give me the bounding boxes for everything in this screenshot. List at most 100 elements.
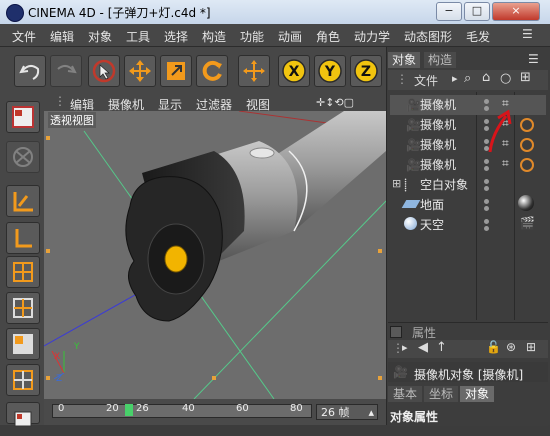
object-row-sky[interactable]: 天空 🎬 [390,215,546,235]
edges-mode-icon[interactable] [6,292,40,324]
render-visibility-dot[interactable] [484,186,489,191]
x-axis-icon[interactable]: X [278,55,310,87]
menu-character[interactable]: 角色 [316,28,340,45]
home-icon[interactable]: ⌂ [482,70,490,85]
rotate-icon[interactable] [196,55,228,87]
compositing-tag-icon[interactable] [520,158,534,172]
texture-mode-icon[interactable] [6,402,40,427]
eye-icon[interactable]: ○ [500,71,511,86]
editor-visibility-dot[interactable] [484,179,489,184]
app-name: CINEMA 4D [28,6,96,20]
undo-icon[interactable] [14,55,46,87]
camera-target-tag-icon[interactable]: ⌗ [502,156,509,171]
perspective-viewport[interactable]: Y X Z [44,111,386,399]
tab-structure[interactable]: 构造 [424,52,457,68]
select-cursor-icon[interactable] [88,55,120,87]
uv-mode-icon[interactable] [6,364,40,396]
viewport-nav-icons[interactable]: ✛↕⟲▢ [316,96,354,109]
close-button[interactable]: × [492,2,540,21]
om-menu-arrow-icon[interactable]: ▸ [452,72,458,85]
model-mode-icon[interactable] [6,185,40,217]
menu-animation[interactable]: 动画 [278,28,302,45]
editor-visibility-dot[interactable] [484,99,489,104]
attr-menu-icon[interactable]: ▸ [402,341,408,354]
object-row-camera-4[interactable]: 🎥 摄像机 ⌗ [390,155,546,175]
attr-tab-coord[interactable]: 坐标 [424,386,458,402]
attributes-section-title: 对象属性 [390,410,439,424]
menu-object[interactable]: 对象 [88,28,112,45]
material-tag-icon[interactable] [518,195,534,211]
up-arrow-icon[interactable]: ↑ [436,340,447,355]
object-row-camera-1[interactable]: 🎥 摄像机 ⌗ [390,95,546,115]
redo-icon[interactable] [50,55,82,87]
object-name: 空白对象 [420,178,469,192]
camera-object-icon: 🎥 [393,365,408,379]
menu-select[interactable]: 选择 [164,28,188,45]
attr-tab-basic[interactable]: 基本 [388,386,422,402]
viewport-label: 透视视图 [48,112,96,128]
compositing-tag-icon[interactable] [520,118,534,132]
bbox-marker [46,136,50,140]
menu-overflow-icon[interactable]: ☰ [522,27,533,41]
attr-tab-object[interactable]: 对象 [460,386,494,402]
expand-icon[interactable]: ⊞ [392,177,401,190]
attributes-toolbar [388,340,548,358]
editor-visibility-dot[interactable] [484,199,489,204]
search-icon[interactable]: ⌕ [464,71,471,86]
menu-function[interactable]: 功能 [240,28,264,45]
gizmo-z-label: Z [56,374,62,384]
camera-icon: 🎥 [406,98,421,112]
menu-file[interactable]: 文件 [12,28,36,45]
render-visibility-dot[interactable] [484,206,489,211]
object-row-camera-3[interactable]: 🎥 摄像机 ⌗ [390,135,546,155]
new-object-icon[interactable]: ⊞ [520,70,531,85]
minimize-button[interactable]: − [436,2,462,21]
add-icon[interactable] [238,55,270,87]
attributes-object-label: 摄像机对象 [摄像机] [414,368,524,382]
render-visibility-dot[interactable] [484,226,489,231]
new-attr-icon[interactable]: ⊞ [526,340,536,354]
lock-icon[interactable]: 🔓 [486,340,501,354]
move-icon[interactable] [124,55,156,87]
editor-visibility-dot[interactable] [484,159,489,164]
compositing-tag-icon[interactable] [520,138,534,152]
timeline-current-frame: 26 [136,403,149,414]
axis-z-label: Z [361,64,371,80]
points-mode-icon[interactable] [6,256,40,288]
render-visibility-dot[interactable] [484,166,489,171]
menu-construct[interactable]: 构造 [202,28,226,45]
bbox-marker [212,376,216,380]
object-row-floor[interactable]: 地面 [390,195,546,215]
object-name: 地面 [420,198,445,212]
z-axis-icon[interactable]: Z [350,55,382,87]
timeline-playhead[interactable] [125,404,133,416]
menu-hair[interactable]: 毛发 [466,28,490,45]
fps-spinner-icon[interactable]: ▴ [368,405,377,421]
make-editable-icon[interactable] [6,141,40,173]
tab-objects[interactable]: 对象 [388,52,421,68]
sky-icon [404,217,417,230]
menu-dynamics[interactable]: 动力学 [354,28,390,45]
polygons-mode-icon[interactable] [6,328,40,360]
settings-icon[interactable]: ⊛ [506,340,516,354]
back-arrow-icon[interactable]: ◀ [418,340,428,355]
layout-icon[interactable] [6,101,40,133]
object-row-camera-2[interactable]: 🎥 摄像机 ⌗ [390,115,546,135]
y-axis-icon[interactable]: Y [314,55,346,87]
object-axis-icon[interactable] [6,222,40,254]
object-row-null[interactable]: ⊞ ⸽ 空白对象 [390,175,546,195]
attributes-checkbox[interactable] [390,326,402,338]
timeline-tick: 80 [290,403,303,414]
null-object-icon: ⸽ [404,178,408,192]
menu-tools[interactable]: 工具 [126,28,150,45]
scale-icon[interactable] [160,55,192,87]
title-bar: CINEMA 4D - [子弹刀+灯.c4d *] − □ × [0,0,550,24]
panel-menu-icon[interactable]: ☰ [528,52,539,66]
fps-field[interactable]: 26 帧 ▴ [316,404,378,420]
compositing-clapper-icon[interactable]: 🎬 [520,216,535,230]
menu-edit[interactable]: 编辑 [50,28,74,45]
editor-visibility-dot[interactable] [484,219,489,224]
om-menu-file[interactable]: 文件 [414,72,438,89]
maximize-button[interactable]: □ [464,2,490,21]
menu-mograph[interactable]: 动态图形 [404,28,452,45]
